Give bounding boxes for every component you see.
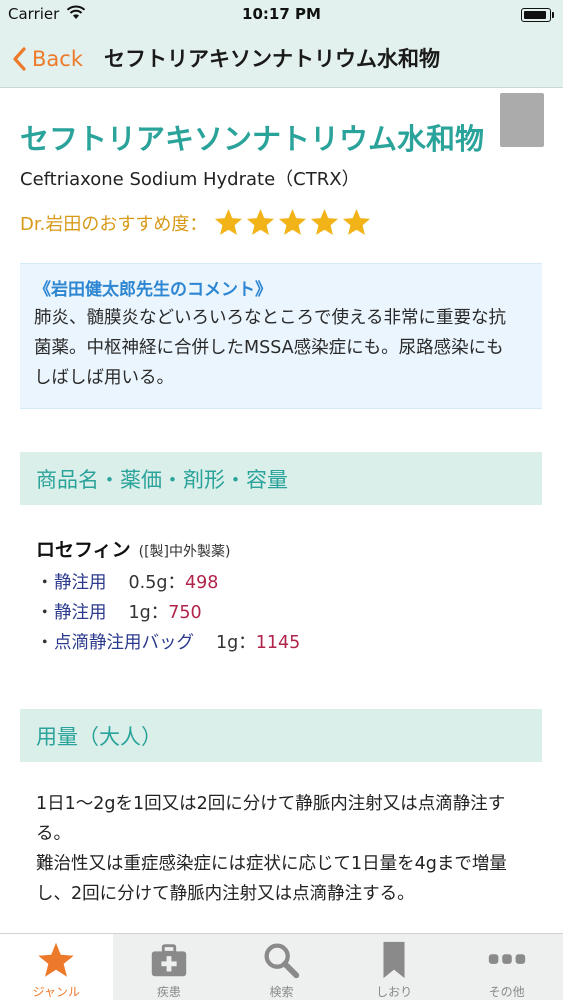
- tab-disease[interactable]: 疾患: [113, 934, 226, 1000]
- navigation-bar: Back セフトリアキソンナトリウム水和物: [0, 30, 563, 88]
- search-icon: [264, 943, 300, 979]
- spec-price: 1145: [255, 633, 301, 653]
- star-icon: [38, 942, 74, 977]
- medical-kit-icon: [151, 944, 187, 977]
- product-maker: ([製]中外製薬): [138, 544, 231, 560]
- dosage-text: 1日1～2gを1回又は2回に分けて静脈内注射又は点滴静注する。 難治性又は重症感…: [36, 789, 536, 909]
- comment-body: 肺炎、髄膜炎などいろいろなところで使える非常に重要な抗菌薬。中枢神経に合併したM…: [34, 308, 506, 388]
- list-item: ・ 点滴静注用バッグ 1g： 1145: [36, 628, 536, 658]
- back-button-label: Back: [32, 47, 83, 71]
- star-icon: [247, 208, 275, 235]
- chevron-left-icon: [13, 47, 26, 71]
- spec-price: 750: [168, 603, 202, 623]
- tab-label: 疾患: [156, 985, 181, 999]
- spec-size: 0.5g：: [128, 573, 185, 593]
- spec-size: 1g：: [216, 633, 256, 653]
- rating-stars: [213, 207, 373, 238]
- recommendation-label: Dr.岩田のおすすめ度：: [20, 213, 208, 235]
- drug-name-en: Ceftriaxone Sodium Hydrate（CTRX）: [20, 169, 360, 190]
- tab-label: 検索: [269, 985, 294, 999]
- more-icon: [488, 954, 525, 964]
- recommendation-rating: Dr.岩田のおすすめ度：: [20, 207, 373, 238]
- clock: 10:17 PM: [242, 5, 321, 23]
- spec-price: 498: [184, 573, 219, 593]
- list-item: ・ 静注用 0.5g： 498: [36, 568, 536, 598]
- tab-bookmark[interactable]: しおり: [338, 934, 451, 1000]
- product-name: ロセフィン: [36, 539, 131, 561]
- tab-label: ジャンル: [32, 985, 80, 999]
- spec-size: 1g：: [128, 603, 169, 623]
- tab-more[interactable]: その他: [450, 934, 563, 1000]
- spec-form: 点滴静注用バッグ: [54, 633, 194, 653]
- section-title-dosage: 用量（大人）: [36, 724, 162, 749]
- list-item: ・ 静注用 1g： 750: [36, 598, 536, 628]
- section-title-products: 商品名・薬価・剤形・容量: [36, 467, 288, 492]
- product-spec-list: ・ 静注用 0.5g： 498 ・ 静注用 1g： 750 ・ 点滴静注用バッグ…: [36, 568, 536, 658]
- tab-bar: ジャンル 疾患 検索 しおり その他: [0, 933, 563, 1000]
- product-block: ロセフィン ([製]中外製薬) ・ 静注用 0.5g： 498 ・ 静注用 1g…: [36, 535, 536, 658]
- corner-tab-button[interactable]: [500, 93, 544, 147]
- status-bar: Carrier 10:17 PM: [0, 0, 563, 30]
- back-button[interactable]: Back: [12, 42, 83, 76]
- bookmark-icon: [383, 941, 405, 979]
- tab-label: しおり: [376, 985, 413, 999]
- drug-detail-content[interactable]: セフトリアキソンナトリウム水和物 Ceftriaxone Sodium Hydr…: [0, 89, 563, 933]
- star-icon: [279, 208, 307, 235]
- section-header-products: 商品名・薬価・剤形・容量: [20, 452, 542, 505]
- doctor-comment-box: 《岩田健太郎先生のコメント》 肺炎、髄膜炎などいろいろなところで使える非常に重要…: [20, 263, 542, 409]
- spec-form: 静注用: [54, 603, 107, 623]
- comment-heading: 《岩田健太郎先生のコメント》: [34, 280, 272, 300]
- section-header-dosage: 用量（大人）: [20, 709, 542, 762]
- tab-search[interactable]: 検索: [225, 934, 338, 1000]
- dosage-line: 難治性又は重症感染症には症状に応じて1日量を4gまで増量し、2回に分けて静脈内注…: [36, 854, 507, 904]
- dosage-line: 1日1～2gを1回又は2回に分けて静脈内注射又は点滴静注する。: [36, 794, 506, 844]
- star-icon: [215, 208, 243, 235]
- star-icon: [343, 208, 371, 235]
- drug-name-jp: セフトリアキソンナトリウム水和物: [20, 122, 485, 156]
- spec-form: 静注用: [54, 573, 107, 593]
- star-icon: [311, 208, 339, 235]
- tab-label: その他: [488, 985, 525, 999]
- battery-icon: [521, 8, 554, 22]
- tab-genre[interactable]: ジャンル: [0, 934, 113, 1000]
- page-title: セフトリアキソンナトリウム水和物: [104, 47, 440, 71]
